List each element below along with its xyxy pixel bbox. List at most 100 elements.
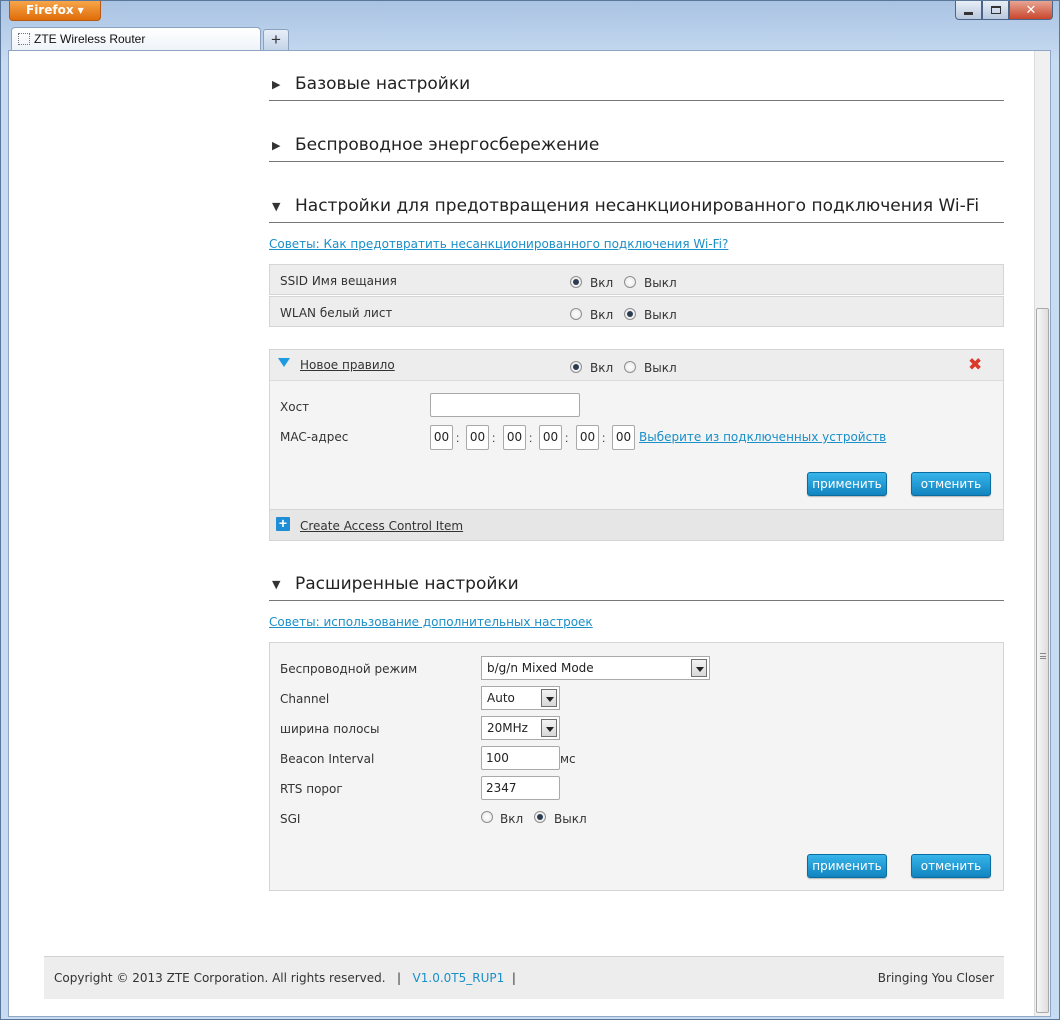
host-label: Хост [280,400,310,414]
chevron-down-icon [541,689,557,707]
maximize-icon [990,6,1001,14]
radio-label: Выкл [644,361,677,375]
mac-octet-3-input[interactable]: 00 [503,425,526,450]
title-bar: Firefox ▼ ✕ [1,1,1059,25]
footer-separator: | [511,971,516,985]
mac-octet-5-input[interactable]: 00 [576,425,599,450]
new-rule-title[interactable]: Новое правило [300,358,395,372]
radio-label: Вкл [590,276,614,290]
ssid-broadcast-on-radio[interactable] [570,276,582,288]
new-tab-button[interactable]: + [263,29,289,50]
radio-label: Вкл [500,812,524,826]
minimize-button[interactable] [955,1,982,20]
channel-value: Auto [487,691,515,705]
section-basic-settings[interactable]: ▶ Базовые настройки [269,68,1004,101]
channel-label: Channel [280,692,330,706]
new-rule-on-radio[interactable] [570,361,582,373]
beacon-interval-input[interactable]: 100 [481,746,560,770]
rule-cancel-button[interactable]: отменить [911,472,991,496]
firefox-menu-label: Firefox [26,3,74,17]
advanced-apply-button[interactable]: применить [807,854,887,878]
mac-separator: : [602,431,606,445]
page-icon [18,33,30,45]
grip-icon [1040,653,1046,659]
footer-separator: | [397,971,402,985]
rts-threshold-input[interactable]: 2347 [481,776,560,800]
create-access-control-link[interactable]: Create Access Control Item [300,519,463,533]
close-window-button[interactable]: ✕ [1009,1,1053,20]
page-content: ▶ Базовые настройки ▶ Беспроводное энерг… [9,51,1036,1016]
tab-zte-router[interactable]: ZTE Wireless Router [11,27,261,51]
mac-separator: : [565,431,569,445]
section-title: Настройки для предотвращения несанкциони… [295,196,980,216]
beacon-interval-unit: мс [560,752,576,766]
chevron-down-icon [541,719,557,737]
browser-window: Firefox ▼ ✕ ZTE Wireless Router + ▶ Базов… [0,0,1060,1020]
triangle-right-icon: ▶ [272,78,281,91]
host-input[interactable] [430,393,580,417]
section-title: Расширенные настройки [295,574,519,594]
bandwidth-select[interactable]: 20MHz [481,716,560,740]
mac-octet-1-input[interactable]: 00 [430,425,453,450]
close-icon: ✕ [1025,2,1037,17]
advanced-cancel-button[interactable]: отменить [911,854,991,878]
beacon-interval-label: Beacon Interval [280,752,375,766]
create-access-control-row: + Create Access Control Item [270,509,1003,540]
tip-link-advanced[interactable]: Советы: использование дополнительных нас… [269,615,593,629]
section-anti-unauthorized[interactable]: ▼ Настройки для предотвращения несанкцио… [269,190,1004,223]
wlan-whitelist-row: WLAN белый лист Вкл Выкл [269,296,1004,327]
rule-apply-button[interactable]: применить [807,472,887,496]
section-title: Беспроводное энергосбережение [295,135,600,155]
ssid-broadcast-off-radio[interactable] [624,276,636,288]
wlan-whitelist-label: WLAN белый лист [280,306,393,320]
chevron-down-icon: ▼ [77,6,84,15]
minimize-icon [964,11,973,15]
radio-label: Вкл [590,361,614,375]
section-title: Базовые настройки [295,74,471,94]
tab-strip: ZTE Wireless Router + [1,25,1059,51]
ssid-broadcast-row: SSID Имя вещания Вкл Выкл [269,264,1004,295]
radio-label: Выкл [554,812,587,826]
page-viewport: ▶ Базовые настройки ▶ Беспроводное энерг… [8,50,1051,1017]
scrollbar-thumb[interactable] [1036,308,1049,1013]
rts-threshold-label: RTS порог [280,782,343,796]
copyright-text: Copyright © 2013 ZTE Corporation. All ri… [54,971,386,985]
mac-separator: : [456,431,460,445]
footer-left: Copyright © 2013 ZTE Corporation. All ri… [54,971,516,985]
sgi-off-radio[interactable] [534,811,546,823]
section-power-saving[interactable]: ▶ Беспроводное энергосбережение [269,129,1004,162]
wlan-whitelist-off-radio[interactable] [624,308,636,320]
select-connected-devices-link[interactable]: Выберите из подключенных устройств [639,430,886,444]
triangle-down-icon[interactable] [278,358,290,367]
firmware-version: V1.0.0T5_RUP1 [412,971,505,985]
sgi-label: SGI [280,812,301,826]
vertical-scrollbar[interactable] [1034,51,1050,1016]
wlan-whitelist-on-radio[interactable] [570,308,582,320]
bandwidth-label: ширина полосы [280,722,380,736]
firefox-menu-button[interactable]: Firefox ▼ [9,1,101,21]
mac-octet-4-input[interactable]: 00 [539,425,562,450]
triangle-right-icon: ▶ [272,139,281,152]
channel-select[interactable]: Auto [481,686,560,710]
maximize-button[interactable] [982,1,1009,20]
tab-title: ZTE Wireless Router [34,32,146,46]
page-footer: Copyright © 2013 ZTE Corporation. All ri… [44,956,1004,999]
mac-separator: : [529,431,533,445]
wireless-mode-value: b/g/n Mixed Mode [487,661,594,675]
mac-octet-6-input[interactable]: 00 [612,425,635,450]
mac-address-label: MAC-адрес [280,430,349,444]
new-rule-off-radio[interactable] [624,361,636,373]
new-rule-header: Новое правило Вкл Выкл ✖ [270,350,1003,381]
mac-octet-2-input[interactable]: 00 [466,425,489,450]
triangle-down-icon: ▼ [272,200,281,213]
tip-link-unauthorized[interactable]: Советы: Как предотвратить несанкциониров… [269,237,728,251]
delete-rule-icon[interactable]: ✖ [968,355,982,375]
radio-label: Вкл [590,308,614,322]
wireless-mode-select[interactable]: b/g/n Mixed Mode [481,656,710,680]
new-rule-panel: Новое правило Вкл Выкл ✖ Хост MAC-адрес … [269,349,1004,541]
add-icon[interactable]: + [276,516,290,531]
sgi-on-radio[interactable] [481,811,493,823]
radio-label: Выкл [644,308,677,322]
section-advanced[interactable]: ▼ Расширенные настройки [269,568,1004,601]
window-controls: ✕ [955,1,1053,21]
